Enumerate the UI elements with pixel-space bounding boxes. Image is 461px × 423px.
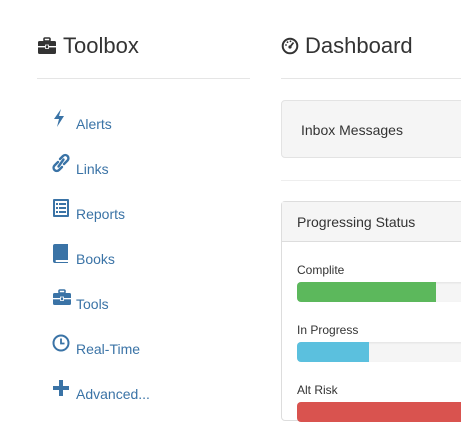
page-title: Dashboard <box>281 28 413 64</box>
toolbox-icon <box>38 37 56 54</box>
status-row-alt-risk: Alt Risk <box>297 383 461 422</box>
sidebar-item-label: Advanced... <box>76 386 150 402</box>
bolt-icon <box>52 108 72 130</box>
sidebar-item-label: Alerts <box>76 116 112 132</box>
progress-bar <box>297 282 461 302</box>
sidebar-divider <box>37 78 250 79</box>
page-title-text: Dashboard <box>305 33 413 58</box>
main-divider <box>281 78 461 79</box>
progress-bar <box>297 342 461 362</box>
status-label: Alt Risk <box>297 383 338 397</box>
progress-bar-fill <box>297 282 436 302</box>
main-content: Dashboard Inbox Messages Progressing Sta… <box>265 0 461 422</box>
clock-icon <box>52 333 72 355</box>
plus-icon <box>52 378 72 400</box>
list-alt-icon <box>52 198 72 220</box>
panel-heading: Progressing Status <box>282 202 461 242</box>
sidebar-item-label: Links <box>76 161 109 177</box>
sidebar-nav: Alerts Links Reports Books Tools Real-Ti… <box>52 108 150 423</box>
progress-bar-fill <box>297 402 461 422</box>
inbox-messages-label: Inbox Messages <box>301 122 403 138</box>
status-label: Complite <box>297 263 345 277</box>
sidebar-title: Toolbox <box>37 28 139 64</box>
progressing-status-panel: Progressing Status Complite In Progress … <box>281 201 461 422</box>
sidebar-item-reports[interactable]: Reports <box>52 198 150 243</box>
sidebar-item-label: Reports <box>76 206 126 222</box>
sidebar-item-books[interactable]: Books <box>52 243 150 288</box>
sidebar: Toolbox Alerts Links Reports Books Tools… <box>0 0 265 406</box>
progress-bar <box>297 402 461 422</box>
status-row-in-progress: In Progress <box>297 323 461 362</box>
sidebar-item-links[interactable]: Links <box>52 153 150 198</box>
sidebar-item-label: Real-Time <box>76 341 141 357</box>
section-divider <box>281 180 461 181</box>
sidebar-item-tools[interactable]: Tools <box>52 288 150 333</box>
sidebar-title-text: Toolbox <box>63 33 139 58</box>
book-icon <box>52 243 72 265</box>
inbox-messages-panel[interactable]: Inbox Messages <box>281 100 461 158</box>
sidebar-item-real-time[interactable]: Real-Time <box>52 333 150 378</box>
status-row-complete: Complite <box>297 263 461 302</box>
sidebar-item-label: Books <box>76 251 115 267</box>
progress-bar-fill <box>297 342 370 362</box>
briefcase-icon <box>52 288 72 310</box>
sidebar-item-alerts[interactable]: Alerts <box>52 108 150 153</box>
sidebar-item-label: Tools <box>76 296 109 312</box>
dashboard-gauge-icon <box>281 37 299 55</box>
sidebar-item-advanced[interactable]: Advanced... <box>52 378 150 423</box>
link-icon <box>52 153 72 175</box>
status-label: In Progress <box>297 323 359 337</box>
